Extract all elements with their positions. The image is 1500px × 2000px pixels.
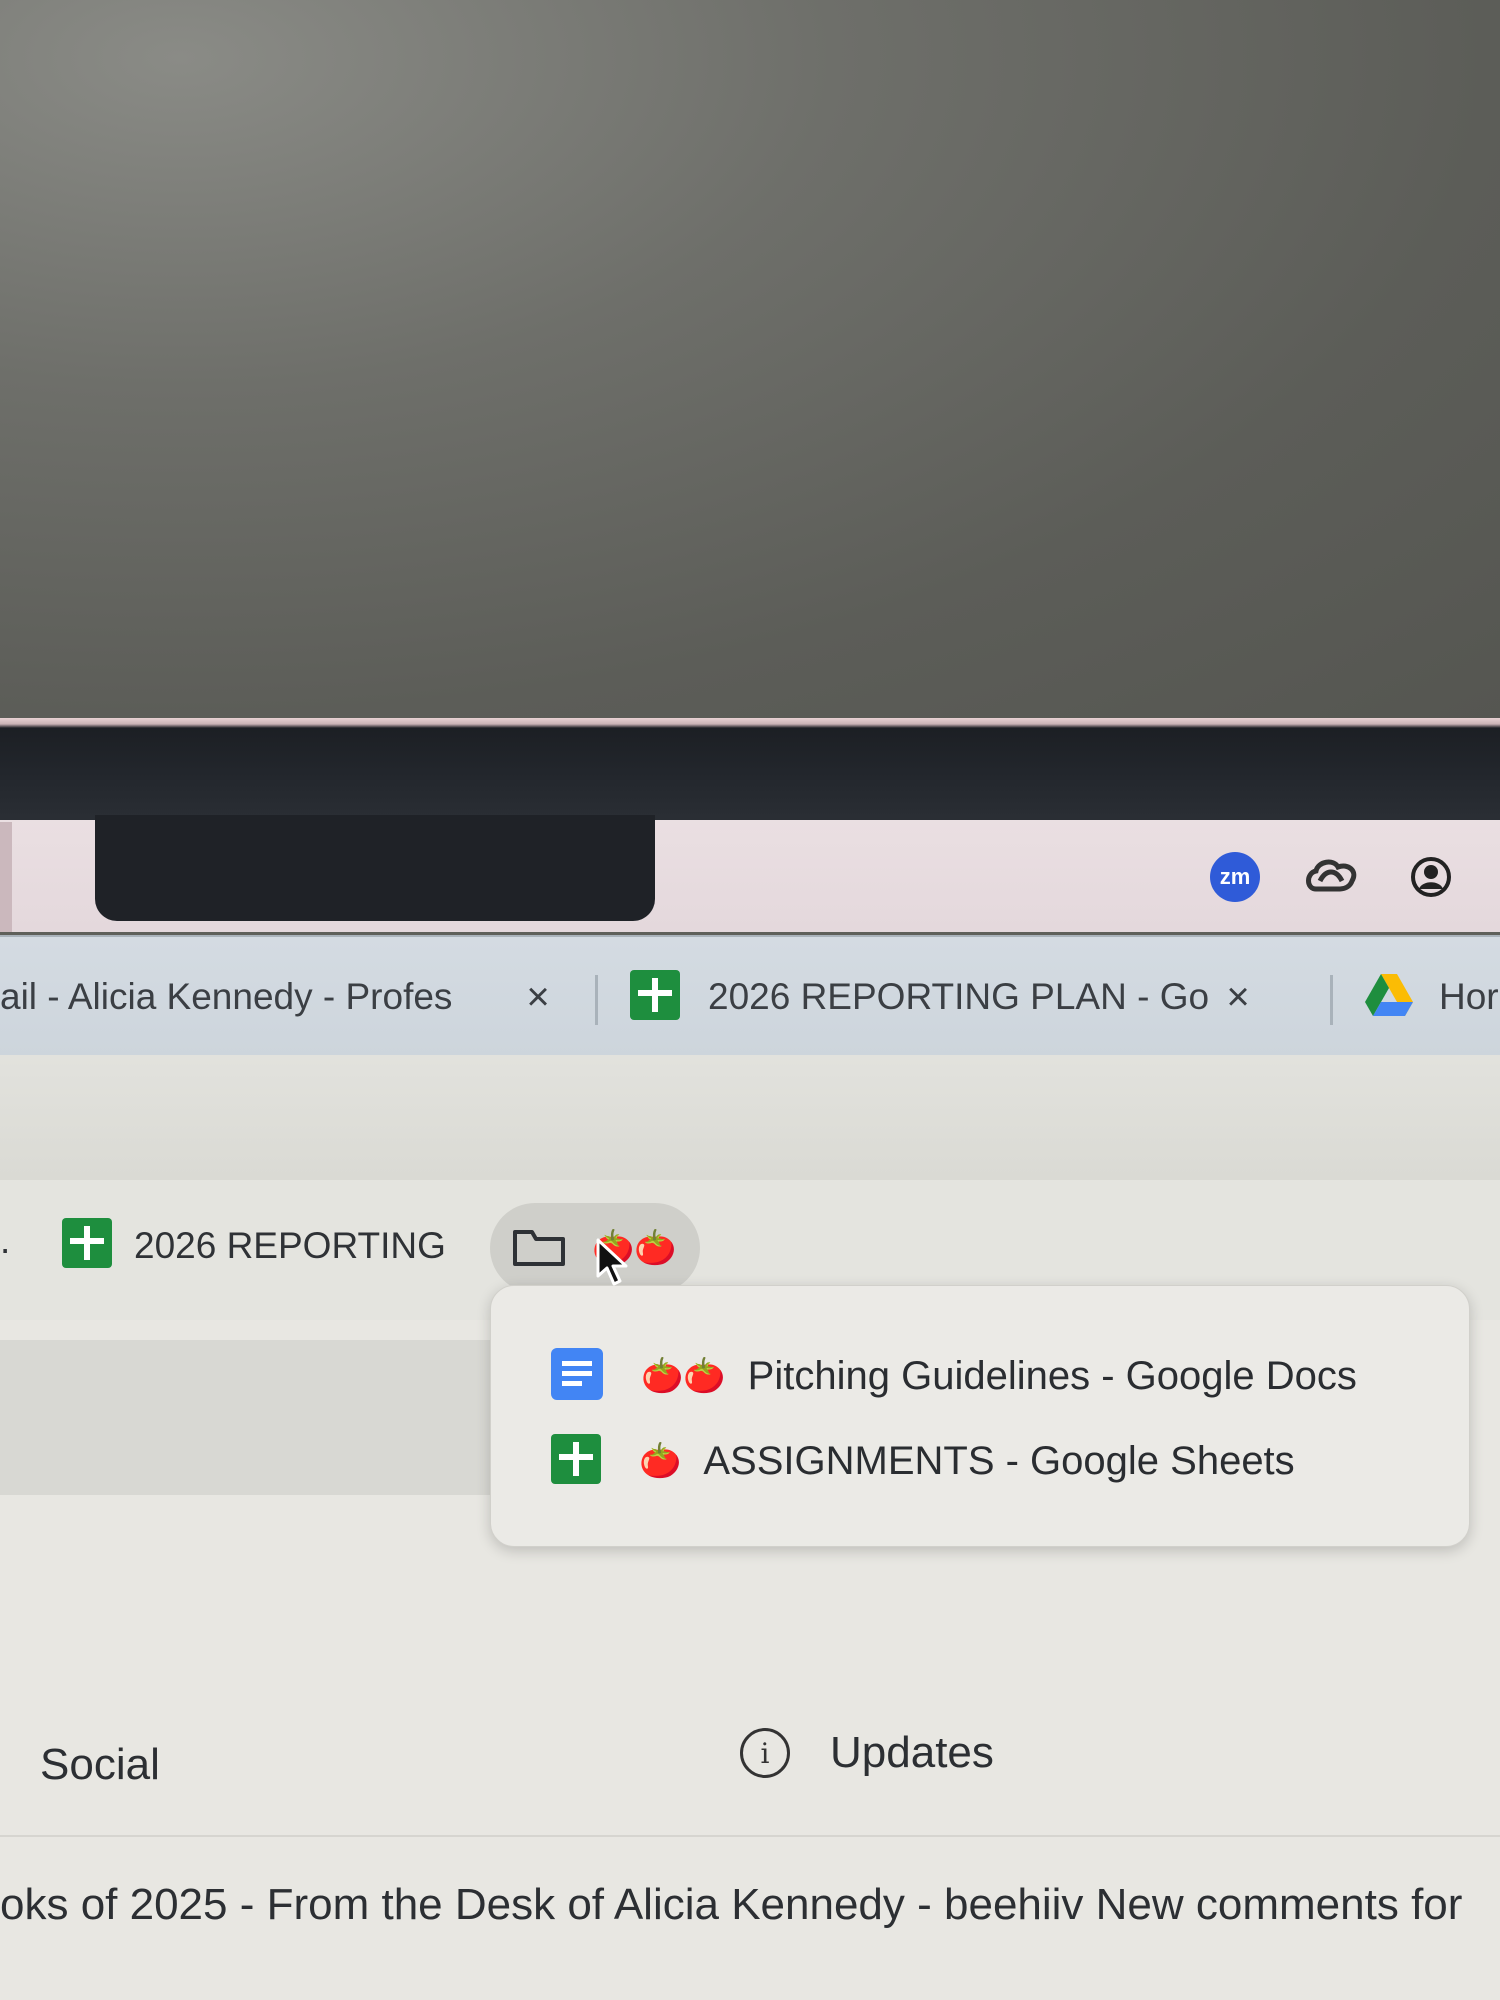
google-sheets-icon [62,1218,112,1273]
inbox-divider [0,1835,1500,1837]
user-account-icon[interactable] [1402,852,1460,902]
camera-notch [95,815,655,921]
google-drive-icon [1365,973,1413,1021]
bookmark-label: 2026 REPORTING [134,1224,446,1266]
mouse-cursor-icon [596,1238,630,1293]
background-wall [0,0,1500,722]
info-icon: i [740,1728,790,1778]
inbox-tab-social[interactable]: Social [40,1740,160,1790]
menu-item-emoji: 🍅🍅 [641,1357,726,1395]
bookmark-overflow[interactable]: . [0,1220,10,1262]
inbox-tab-label: Updates [830,1728,994,1777]
folder-icon [512,1229,566,1272]
tab-title: ail - Alicia Kennedy - Profes [0,976,453,1017]
menu-item-pitching-guidelines[interactable]: 🍅🍅 Pitching Guidelines - Google Docs [551,1336,1357,1416]
tab-gmail[interactable]: ail - Alicia Kennedy - Profes × [0,937,558,1057]
google-sheets-icon [551,1433,601,1489]
bookmark-2026-reporting[interactable]: 2026 REPORTING [62,1218,446,1273]
bookmark-folder-menu: 🍅🍅 Pitching Guidelines - Google Docs 🍅 A… [490,1285,1470,1547]
tab-close-button[interactable]: × [518,975,558,1020]
tab-strip: ail - Alicia Kennedy - Profes × 2026 REP… [0,935,1500,1057]
tab-title: 2026 REPORTING PLAN - Go [708,976,1208,1017]
laptop-bezel [0,718,1500,823]
inbox-tab-label: Social [40,1740,160,1789]
inbox-tab-updates[interactable]: i Updates [740,1728,994,1778]
selected-row-highlight [0,1340,560,1495]
bookmark-overflow-dot: . [0,1220,11,1261]
bookmark-folder[interactable]: 🍅🍅 [490,1203,700,1293]
email-row-text: oks of 2025 - From the Desk of Alicia Ke… [0,1880,1463,1929]
email-row[interactable]: oks of 2025 - From the Desk of Alicia Ke… [0,1880,1462,1930]
tab-title: Hor [1439,976,1499,1017]
tab-drive-home[interactable]: Hor [1365,937,1499,1057]
menu-bar-edge [0,822,12,932]
menu-item-label: Pitching Guidelines - Google Docs [747,1353,1357,1398]
tab-close-button[interactable]: × [1218,975,1258,1020]
menu-item-label: ASSIGNMENTS - Google Sheets [703,1438,1295,1483]
tab-separator [595,975,598,1025]
status-icons: zm [1210,852,1460,902]
menu-item-assignments[interactable]: 🍅 ASSIGNMENTS - Google Sheets [551,1421,1295,1501]
menu-item-emoji: 🍅 [639,1442,682,1480]
tab-reporting-plan[interactable]: 2026 REPORTING PLAN - Go × [630,937,1258,1057]
creative-cloud-icon[interactable] [1302,852,1360,902]
zoom-label: zm [1219,864,1251,889]
google-docs-icon [551,1347,603,1405]
tab-separator [1330,975,1333,1025]
zoom-icon[interactable]: zm [1210,852,1260,902]
google-sheets-icon [630,969,680,1025]
toolbar-area [0,1055,1500,1180]
